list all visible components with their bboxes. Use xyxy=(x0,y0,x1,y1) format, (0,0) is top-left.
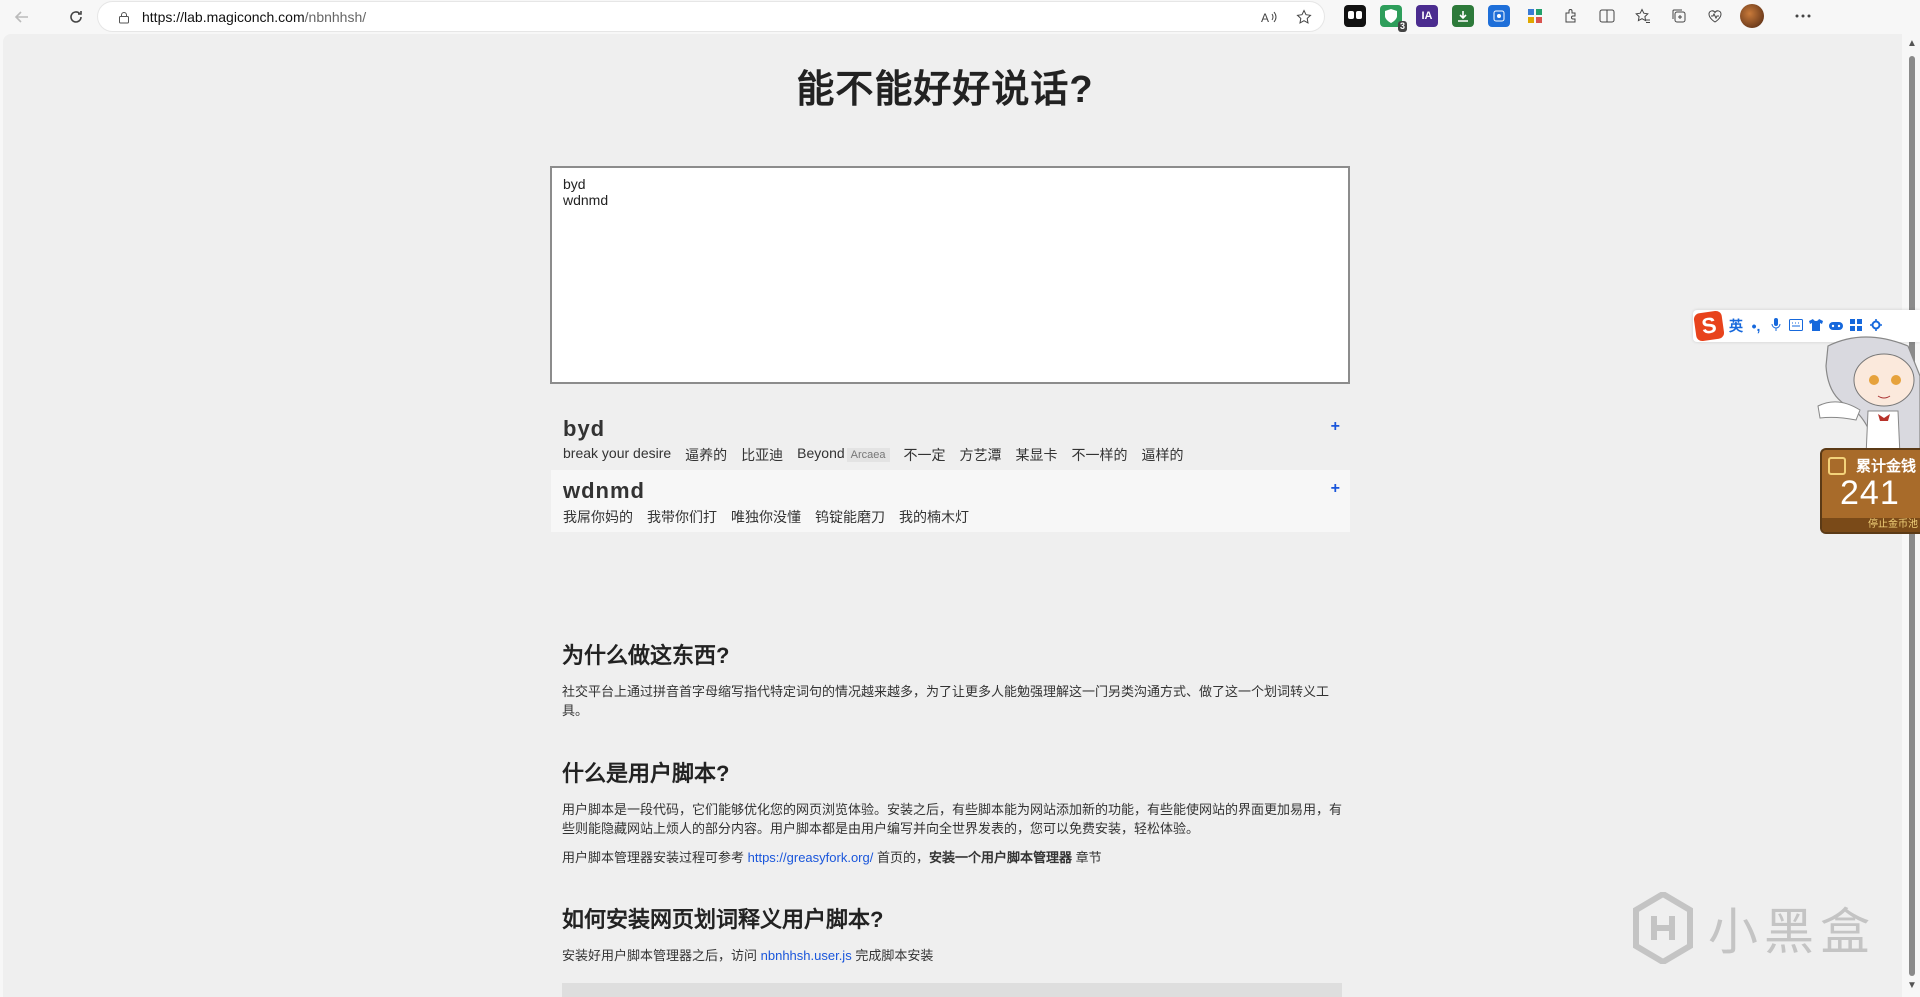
result-entry: wdnmd + 我屌你妈的 我带你们打 唯独你没懂 钨锭能磨刀 我的楠木灯 xyxy=(551,470,1350,532)
translation-tag: Arcaea xyxy=(846,448,890,462)
how-prefix: 安装好用户脚本管理器之后，访问 xyxy=(562,948,761,963)
translation-item[interactable]: break your desire xyxy=(563,445,671,465)
skin-shirt-icon[interactable] xyxy=(1809,318,1823,334)
extension-mask-icon[interactable] xyxy=(1344,5,1366,27)
gamepad-icon[interactable] xyxy=(1829,318,1843,334)
extension-ia-icon[interactable]: IA xyxy=(1416,5,1438,27)
translation-item[interactable]: 某显卡 xyxy=(1016,445,1058,465)
translation-list: 我屌你妈的 我带你们打 唯独你没懂 钨锭能磨刀 我的楠木灯 xyxy=(563,507,1338,527)
heading-how: 如何安装网页划词释义用户脚本? xyxy=(562,907,884,932)
how-suffix: 完成脚本安装 xyxy=(851,948,934,963)
favorite-star-icon[interactable] xyxy=(1294,7,1314,27)
url-text: https://lab.magiconch.com/nbnhhsh/ xyxy=(142,9,366,25)
translation-item[interactable]: 逼养的 xyxy=(685,445,727,465)
favorites-icon[interactable] xyxy=(1632,5,1654,27)
url-path: /nbnhhsh/ xyxy=(304,8,367,25)
translation-item[interactable]: 不一样的 xyxy=(1072,445,1128,465)
microphone-icon[interactable] xyxy=(1769,317,1783,335)
keyboard-icon[interactable] xyxy=(1789,318,1803,334)
translation-item[interactable]: 不一定 xyxy=(904,445,946,465)
coin-counter-widget[interactable]: 累计金钱 241 停止金币池 xyxy=(1820,448,1920,534)
ime-settings-gear-icon[interactable] xyxy=(1869,318,1883,334)
url-host: https://lab.magiconch.com xyxy=(142,8,305,25)
heading-why: 为什么做这东西? xyxy=(562,643,730,668)
reference-prefix: 用户脚本管理器安装过程可参考 xyxy=(562,850,748,865)
svg-text:A: A xyxy=(1261,11,1269,24)
reload-icon xyxy=(70,10,82,23)
abbreviation-input[interactable] xyxy=(550,166,1350,384)
xiaoheihe-watermark: 小黑盒 xyxy=(1632,892,1876,964)
translation-item[interactable]: 我的楠木灯 xyxy=(899,507,969,527)
back-button[interactable] xyxy=(6,1,38,33)
ime-punctuation-toggle[interactable]: •, xyxy=(1749,318,1763,334)
paragraph-how: 安装好用户脚本管理器之后，访问 nbnhhsh.user.js 完成脚本安装 xyxy=(562,946,1342,965)
add-translation-button[interactable]: + xyxy=(1331,480,1340,498)
reference-suffix: 章节 xyxy=(1072,850,1102,865)
scroll-up-icon[interactable]: ▲ xyxy=(1907,38,1917,49)
reference-bold: 安装一个用户脚本管理器 xyxy=(928,850,1072,865)
translation-text: Beyond xyxy=(797,445,845,461)
address-bar[interactable]: https://lab.magiconch.com/nbnhhsh/ A xyxy=(98,2,1324,31)
translation-item[interactable]: 钨锭能磨刀 xyxy=(815,507,885,527)
extension-shield-icon[interactable]: 3 xyxy=(1380,5,1407,32)
result-abbr: wdnmd xyxy=(563,478,645,503)
more-menu-icon[interactable] xyxy=(1792,5,1814,27)
toolbox-grid-icon[interactable] xyxy=(1849,318,1863,334)
coin-grid-icon xyxy=(1828,457,1846,475)
heading-what: 什么是用户脚本? xyxy=(562,761,730,786)
watermark-text: 小黑盒 xyxy=(1708,903,1876,961)
greasyfork-link[interactable]: https://greasyfork.org/ xyxy=(748,850,874,865)
translation-item[interactable]: Beyond Arcaea xyxy=(797,445,890,465)
extension-translate-icon[interactable] xyxy=(1488,5,1510,27)
extension-badge: 3 xyxy=(1397,21,1407,32)
sogou-logo-icon[interactable]: S xyxy=(1693,310,1725,342)
translation-item[interactable]: 唯独你没懂 xyxy=(731,507,801,527)
paragraph-reference: 用户脚本管理器安装过程可参考 https://greasyfork.org/ 首… xyxy=(562,848,1342,867)
profile-avatar[interactable] xyxy=(1740,4,1764,28)
translation-item[interactable]: 逼样的 xyxy=(1142,445,1184,465)
translation-item[interactable]: 我屌你妈的 xyxy=(563,507,633,527)
arrow-left-icon xyxy=(14,10,28,23)
code-block xyxy=(562,983,1342,997)
translation-item[interactable]: 我带你们打 xyxy=(647,507,717,527)
result-abbr: byd xyxy=(563,416,606,441)
ime-mode-toggle[interactable]: 英 xyxy=(1729,316,1743,336)
extensions-bar: 3 IA xyxy=(1344,4,1814,32)
mascot-character-image[interactable] xyxy=(1808,336,1920,457)
extension-apps-icon[interactable] xyxy=(1524,5,1546,27)
paragraph-why: 社交平台上通过拼音首字母缩写指代特定词句的情况越来越多，为了让更多人能勉强理解这… xyxy=(562,684,1330,718)
read-aloud-icon[interactable]: A xyxy=(1260,7,1280,27)
translation-item[interactable]: 比亚迪 xyxy=(741,445,783,465)
reference-mid: 首页的， xyxy=(873,850,929,865)
extensions-puzzle-icon[interactable] xyxy=(1560,5,1582,27)
translation-list: break your desire 逼养的 比亚迪 Beyond Arcaea 不… xyxy=(563,445,1338,465)
translation-item[interactable]: 方艺潭 xyxy=(960,445,1002,465)
result-entry: byd + break your desire 逼养的 比亚迪 Beyond Ar… xyxy=(551,408,1350,470)
userscript-link[interactable]: nbnhhsh.user.js xyxy=(761,948,852,963)
stop-coin-pool-button[interactable]: 停止金币池 xyxy=(1822,518,1920,532)
extension-download-icon[interactable] xyxy=(1452,5,1474,27)
split-screen-icon[interactable] xyxy=(1596,5,1618,27)
coin-label: 累计金钱 xyxy=(1856,458,1917,475)
browser-essentials-icon[interactable] xyxy=(1704,5,1726,27)
collections-icon[interactable] xyxy=(1668,5,1690,27)
lock-icon xyxy=(118,11,130,23)
scroll-down-icon[interactable]: ▼ xyxy=(1907,980,1917,991)
reload-button[interactable] xyxy=(60,1,92,33)
page-title: 能不能好好说话? xyxy=(796,69,1094,111)
coin-value: 241 xyxy=(1840,474,1900,512)
add-translation-button[interactable]: + xyxy=(1331,418,1340,436)
paragraph-what: 用户脚本是一段代码，它们能够优化您的网页浏览体验。安装之后，有些脚本能为网站添加… xyxy=(562,802,1343,836)
xiaoheihe-logo-icon xyxy=(1633,892,1693,964)
